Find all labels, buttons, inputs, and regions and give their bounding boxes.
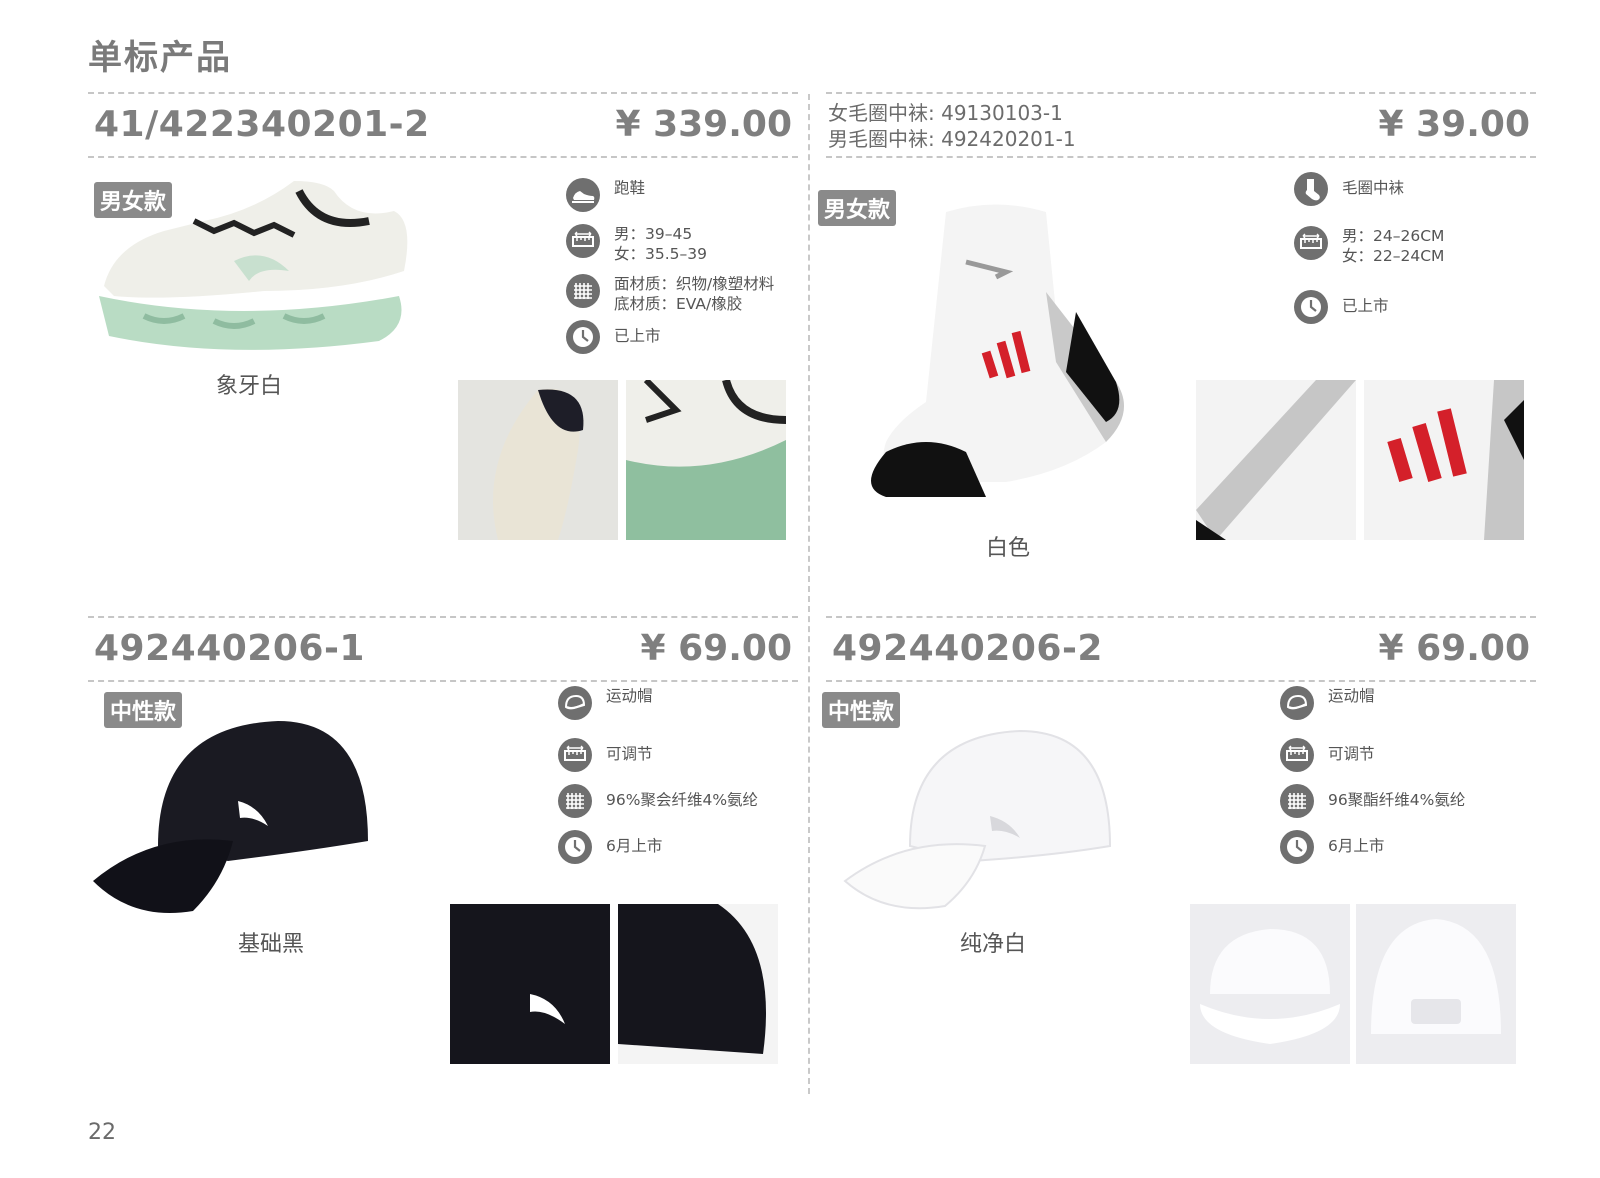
running-shoe-icon (566, 178, 600, 212)
product-sku: 女毛圈中袜: 49130103-1 男毛圈中袜: 492420201-1 (828, 100, 1076, 152)
shoe-side-thumbnail (626, 380, 786, 540)
black-cap-logo-thumbnail (450, 904, 610, 1064)
size-ruler-icon (1294, 226, 1328, 260)
white-cap-back-thumbnail (1356, 904, 1516, 1064)
product-card-socks: 女毛圈中袜: 49130103-1 男毛圈中袜: 492420201-1 ¥ 3… (818, 92, 1536, 592)
white-cap-main-image (840, 716, 1140, 916)
spec-item: 男：39–45 女：35.5–39 (566, 224, 806, 264)
sock-main-image (856, 202, 1136, 522)
spec-line: 毛圈中袜 (1342, 179, 1405, 197)
sku-line: 男毛圈中袜: 492420201-1 (828, 127, 1076, 151)
size-ruler-icon (1280, 738, 1314, 772)
color-name: 白色 (986, 536, 1031, 561)
fabric-material-icon (566, 274, 600, 308)
spec-item: 运动帽 (558, 686, 798, 726)
spec-line: 已上市 (1342, 297, 1389, 315)
spec-line: 跑鞋 (614, 179, 646, 197)
page-title: 单标产品 (88, 38, 232, 78)
sock-logo-thumbnail (1364, 380, 1524, 540)
spec-line: 面材质：织物/橡塑材料 (614, 275, 775, 293)
spec-item: 已上市 (566, 320, 806, 360)
spec-line: 96聚酯纤维4%氨纶 (1328, 791, 1466, 809)
product-price: ¥ 69.00 (1378, 628, 1530, 669)
product-price: ¥ 69.00 (640, 628, 792, 669)
spec-line: 可调节 (1328, 745, 1375, 763)
product-header: 492440206-1 ¥ 69.00 (88, 616, 798, 682)
spec-item: 96%聚会纤维4%氨纶 (558, 784, 798, 824)
product-card-shoe: 41/422340201-2 ¥ 339.00 男女款 象牙白 跑鞋 男：39–… (88, 92, 798, 592)
fabric-material-icon (1280, 784, 1314, 818)
clock-icon (1294, 290, 1328, 324)
clock-icon (1280, 830, 1314, 864)
spec-line: 男：39–45 (614, 225, 693, 243)
color-name: 象牙白 (216, 374, 283, 399)
spec-item: 运动帽 (1280, 686, 1520, 726)
spec-line: 6月上市 (1328, 837, 1385, 855)
spec-item: 男：24–26CM 女：22–24CM (1294, 226, 1534, 266)
fabric-material-icon (558, 784, 592, 818)
cap-icon (1280, 686, 1314, 720)
product-price: ¥ 339.00 (615, 104, 792, 145)
sock-icon (1294, 172, 1328, 206)
product-sku: 41/422340201-2 (94, 104, 430, 145)
sku-line: 女毛圈中袜: 49130103-1 (828, 101, 1063, 125)
size-ruler-icon (558, 738, 592, 772)
product-card-black-cap: 492440206-1 ¥ 69.00 中性款 基础黑 运动帽 可调节 96%聚… (88, 616, 798, 1116)
product-sku: 492440206-2 (832, 628, 1103, 669)
shoe-sole-thumbnail (458, 380, 618, 540)
spec-item: 跑鞋 (566, 178, 806, 218)
spec-item: 6月上市 (1280, 830, 1520, 870)
spec-line: 女：35.5–39 (614, 245, 707, 263)
spec-line: 运动帽 (1328, 687, 1375, 705)
product-header: 女毛圈中袜: 49130103-1 男毛圈中袜: 492420201-1 ¥ 3… (826, 92, 1536, 158)
product-price: ¥ 39.00 (1378, 104, 1530, 145)
spec-line: 已上市 (614, 327, 661, 345)
sock-detail-thumbnail (1196, 380, 1356, 540)
clock-icon (558, 830, 592, 864)
black-cap-main-image (88, 706, 388, 926)
page-number: 22 (88, 1120, 116, 1145)
black-cap-side-thumbnail (618, 904, 778, 1064)
spec-line: 运动帽 (606, 687, 653, 705)
size-ruler-icon (566, 224, 600, 258)
spec-line: 女：22–24CM (1342, 247, 1445, 265)
clock-icon (566, 320, 600, 354)
spec-line: 底材质：EVA/橡胶 (614, 295, 743, 313)
product-sku: 492440206-1 (94, 628, 365, 669)
spec-item: 面材质：织物/橡塑材料 底材质：EVA/橡胶 (566, 274, 806, 314)
product-header: 41/422340201-2 ¥ 339.00 (88, 92, 798, 158)
white-cap-front-thumbnail (1190, 904, 1350, 1064)
spec-item: 可调节 (558, 738, 798, 778)
product-card-white-cap: 492440206-2 ¥ 69.00 中性款 纯净白 运动帽 可调节 96聚酯… (822, 616, 1536, 1116)
color-name: 基础黑 (238, 932, 305, 957)
spec-line: 男：24–26CM (1342, 227, 1445, 245)
color-name: 纯净白 (960, 932, 1027, 957)
spec-item: 6月上市 (558, 830, 798, 870)
shoe-main-image (84, 176, 424, 356)
cap-icon (558, 686, 592, 720)
spec-line: 96%聚会纤维4%氨纶 (606, 791, 759, 809)
spec-item: 已上市 (1294, 290, 1534, 330)
product-header: 492440206-2 ¥ 69.00 (826, 616, 1536, 682)
spec-item: 可调节 (1280, 738, 1520, 778)
spec-item: 毛圈中袜 (1294, 172, 1534, 212)
spec-line: 6月上市 (606, 837, 663, 855)
spec-line: 可调节 (606, 745, 653, 763)
spec-item: 96聚酯纤维4%氨纶 (1280, 784, 1520, 824)
center-divider (808, 94, 810, 1094)
